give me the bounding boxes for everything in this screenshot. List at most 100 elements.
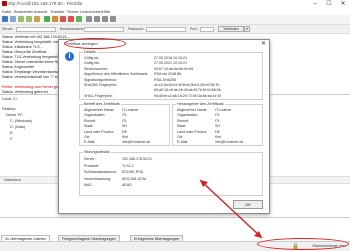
details-value: 00:67:10:ab:6a:5e:0e:b5 bbox=[154, 66, 193, 71]
details-group: Details Gültig ab: 27.05.2018 10:15:21 Gül… bbox=[79, 50, 263, 100]
details-value: RSA mit 2048 Bit bbox=[154, 72, 182, 77]
password-input[interactable] bbox=[146, 26, 186, 32]
session-value: TLS1.2 bbox=[122, 163, 134, 168]
reconnect-icon[interactable] bbox=[76, 16, 82, 22]
find-files-icon[interactable] bbox=[110, 16, 116, 22]
details-value: 27.05.2018 10:15:21 bbox=[154, 56, 187, 60]
ok-button[interactable]: OK bbox=[233, 200, 263, 209]
details-key: Signaturalgorithmus: bbox=[84, 77, 117, 82]
session-value: AES-256-GCM bbox=[122, 176, 146, 181]
local-path[interactable]: Lokal: C:\ bbox=[2, 97, 18, 101]
session-value: ECDHE-RSA bbox=[122, 170, 144, 174]
subject-key: E-Mail: bbox=[84, 140, 96, 145]
tree-item-drive[interactable]: F: bbox=[10, 137, 13, 141]
log-line: Status: Initialisiere TLS... bbox=[2, 45, 43, 49]
details-value: 4c:c3:3a:5c:d1:9f:5f:ef:0b:b1:06:e0:98:7… bbox=[154, 83, 220, 87]
maximize-button[interactable]: ☐ bbox=[322, 0, 336, 8]
subject-key: Staat: bbox=[84, 124, 94, 129]
subject-group: Betreff des Zertifikats Allgemeiner Name… bbox=[79, 102, 170, 146]
password-label: Passwort: bbox=[128, 27, 144, 31]
log-line: Status: Überprüfe Zertifikat... bbox=[2, 50, 50, 54]
menu-bar: Datei Bearbeiten Ansicht Transfer Server… bbox=[0, 8, 350, 15]
issuer-key: Staat: bbox=[177, 124, 187, 129]
subject-value: SH bbox=[122, 124, 127, 129]
menu-help[interactable]: Hilfe bbox=[102, 9, 110, 14]
session-key: Protokoll: bbox=[84, 163, 99, 168]
tree-item-drive[interactable]: E: bbox=[10, 131, 13, 135]
sync-browse-icon[interactable] bbox=[102, 16, 108, 22]
subject-value: info@it-learner.de bbox=[122, 140, 151, 145]
port-input[interactable] bbox=[200, 26, 214, 32]
menu-server[interactable]: Server bbox=[67, 9, 79, 14]
disconnect-icon[interactable] bbox=[68, 16, 74, 22]
details-key: Seriennummer: bbox=[84, 66, 109, 71]
toggle-tree-icon[interactable] bbox=[18, 16, 24, 22]
menu-view[interactable]: Ansicht bbox=[34, 9, 47, 14]
details-value: 9d:a5:fe:c2:a6:18:29:72:89:3a:6b:aa:1e:5… bbox=[154, 93, 221, 98]
menu-edit[interactable]: Bearbeiten bbox=[14, 9, 33, 14]
log-line: Status: Empfange Verzeichnisinhalt... bbox=[2, 70, 64, 74]
details-key: Gültig bis: bbox=[84, 61, 100, 66]
window-title: sftp://root@192.168.178.50 - FileZilla bbox=[8, 1, 83, 6]
server-input[interactable] bbox=[16, 26, 56, 32]
issuer-value: ITL bbox=[215, 118, 221, 123]
details-value: d3:a5:18:c5:de:2b:40:ab:5f:7b:6f:04:66:0… bbox=[154, 88, 221, 93]
username-label: Benutzername: bbox=[60, 27, 85, 31]
username-input[interactable] bbox=[84, 26, 124, 32]
issuer-key: Land oder Provinz: bbox=[177, 129, 208, 134]
menu-bookmarks[interactable]: Lesezeichen bbox=[80, 9, 102, 14]
tree-item-drive[interactable]: D: (Data) bbox=[10, 125, 25, 129]
session-caption: Sitzungsdetails bbox=[83, 150, 111, 154]
dialog-close-button[interactable]: ✕ bbox=[261, 40, 266, 47]
subject-caption: Betreff des Zertifikats bbox=[83, 102, 121, 106]
subject-value: ITL bbox=[122, 113, 128, 118]
session-key: MAC: bbox=[84, 183, 93, 187]
log-line: Status: Angemeldet bbox=[2, 65, 34, 69]
menu-transfer[interactable]: Transfer bbox=[50, 9, 65, 14]
quickconnect-dropdown[interactable]: ▾ bbox=[244, 26, 250, 32]
refresh-icon[interactable] bbox=[44, 16, 50, 22]
issuer-value: ITL bbox=[215, 113, 221, 118]
process-queue-icon[interactable] bbox=[52, 16, 58, 22]
session-value: 192.168.178.50:21 bbox=[122, 157, 152, 161]
column-filename[interactable]: Dateiname bbox=[4, 178, 21, 182]
subject-key: Organisation: bbox=[84, 113, 106, 118]
details-value: 27.05.2021 10:15:21 bbox=[154, 61, 187, 66]
highlight-circle-dialog-title bbox=[64, 38, 126, 49]
details-key: Algorithmus des öffentlichen Schlüssels: bbox=[84, 72, 149, 77]
subject-key: Allgemeiner Name: bbox=[84, 108, 115, 112]
toggle-remote-tree-icon[interactable] bbox=[26, 16, 32, 22]
menu-file[interactable]: Datei bbox=[2, 9, 11, 14]
issuer-key: Einheit: bbox=[177, 118, 189, 123]
issuer-value: DE bbox=[215, 129, 220, 134]
details-key: Gültig ab: bbox=[84, 56, 100, 60]
issuer-key: Allgemeiner Name: bbox=[177, 108, 208, 112]
issuer-caption: Herausgeber des Zertifikats bbox=[176, 102, 225, 106]
server-label: Server: bbox=[2, 27, 14, 31]
subject-value: IT-Learner bbox=[122, 108, 139, 112]
subject-value: DE bbox=[122, 129, 127, 134]
quickconnect-button[interactable]: Verbinden bbox=[218, 26, 244, 32]
tree-item-this-pc[interactable]: Dieser PC bbox=[6, 113, 23, 117]
site-manager-icon[interactable] bbox=[2, 16, 8, 22]
subject-value: ITL bbox=[122, 118, 128, 123]
compare-icon[interactable] bbox=[94, 16, 100, 22]
details-key: SHA256-Fingerprint: bbox=[84, 83, 117, 87]
filezilla-icon bbox=[2, 1, 7, 6]
details-value: RSA-SHA256 bbox=[154, 77, 176, 82]
info-icon: i bbox=[65, 52, 74, 61]
issuer-value: IT-Learner bbox=[215, 108, 232, 112]
cancel-icon[interactable] bbox=[60, 16, 66, 22]
filter-icon[interactable] bbox=[86, 16, 92, 22]
tree-item-desktop[interactable]: Desktop bbox=[2, 107, 16, 111]
close-window-button[interactable]: ✕ bbox=[336, 0, 350, 8]
issuer-key: E-Mail: bbox=[177, 140, 189, 145]
session-group: Sitzungsdetails Server: 192.168.178.50:21… bbox=[79, 150, 263, 196]
toggle-queue-icon[interactable] bbox=[34, 16, 40, 22]
session-key: Server: bbox=[84, 157, 96, 161]
port-label: Port: bbox=[190, 27, 198, 31]
tree-item-drive[interactable]: C: (Windows) bbox=[10, 119, 32, 123]
toggle-log-icon[interactable] bbox=[10, 16, 16, 22]
minimize-button[interactable]: – bbox=[308, 0, 322, 8]
quickconnect-bar: Server: Benutzername: Passwort: Port: Ve… bbox=[0, 25, 350, 34]
